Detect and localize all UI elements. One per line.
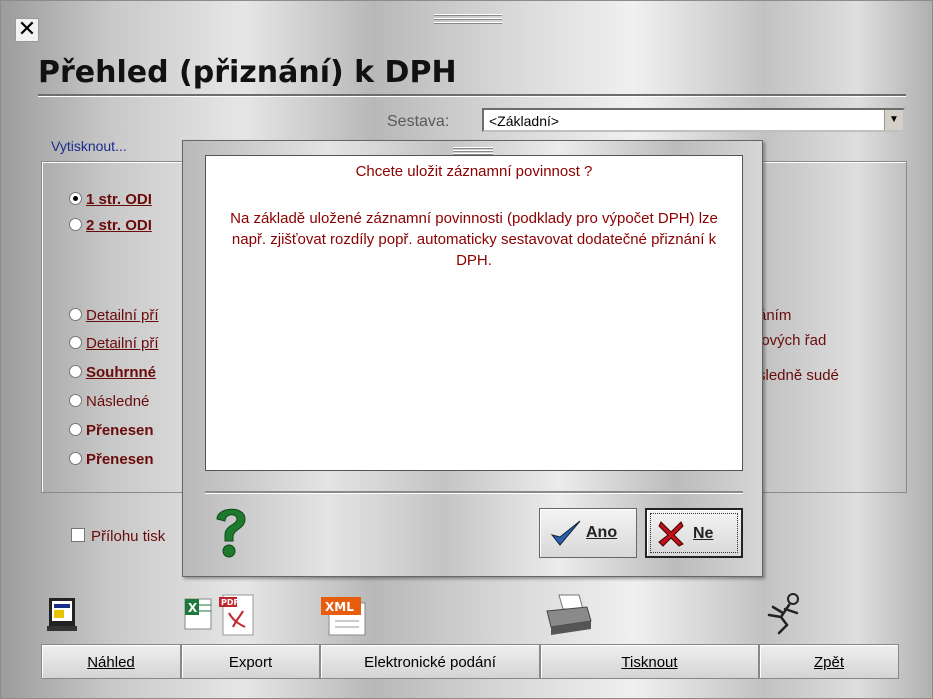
sestava-label: Sestava:: [387, 113, 450, 130]
option-prenesene-1[interactable]: Přenesen: [69, 422, 154, 439]
nahled-button[interactable]: Náhled: [41, 644, 181, 679]
svg-text:XML: XML: [325, 600, 354, 614]
yes-button[interactable]: Ano: [539, 508, 637, 558]
radio[interactable]: [69, 218, 82, 231]
radio[interactable]: [69, 336, 82, 349]
attachment-checkbox[interactable]: Přílohu tisk: [71, 528, 165, 545]
question-mark-icon: [216, 508, 246, 558]
elektronicke-podani-button[interactable]: Elektronické podání: [320, 644, 540, 679]
printer-icon[interactable]: [543, 591, 593, 637]
vytisknout-label: Vytisknout...: [51, 138, 127, 154]
sestava-select[interactable]: <Základní> ▼: [482, 108, 905, 132]
option-souhrnne[interactable]: Souhrnné: [69, 364, 156, 381]
svg-text:PDF: PDF: [221, 598, 239, 607]
main-window: ✕ Přehled (přiznání) k DPH Sestava: <Zák…: [0, 0, 933, 699]
dialog-description: Na základě uložené záznamní povinnosti (…: [230, 210, 718, 269]
page-title: Přehled (přiznání) k DPH: [38, 55, 457, 90]
drag-grip[interactable]: [434, 11, 502, 27]
option-text-fragment: sledně sudé: [758, 367, 839, 384]
svg-text:X: X: [188, 601, 198, 615]
radio[interactable]: [69, 423, 82, 436]
close-button[interactable]: ✕: [15, 18, 39, 42]
radio[interactable]: [69, 452, 82, 465]
x-icon: [658, 521, 684, 547]
dialog-question: Chcete uložit záznamní povinnost ?: [355, 163, 593, 180]
preview-icon[interactable]: [43, 595, 83, 635]
checkmark-icon: [550, 520, 581, 546]
radio-selected[interactable]: [69, 192, 82, 205]
option-detailni-1[interactable]: Detailní pří: [69, 307, 159, 324]
option-text-fragment: áním: [758, 307, 792, 324]
option-text-fragment: lových řad: [758, 332, 827, 349]
running-man-icon[interactable]: [761, 591, 807, 637]
option-2-str[interactable]: 2 str. ODI: [69, 217, 152, 234]
export-excel-pdf-icon[interactable]: X PDF: [183, 591, 263, 639]
radio[interactable]: [69, 394, 82, 407]
sestava-value: <Základní>: [489, 113, 560, 129]
no-button[interactable]: Ne: [645, 508, 743, 558]
radio[interactable]: [69, 365, 82, 378]
checkbox[interactable]: [71, 528, 85, 542]
option-1-str[interactable]: 1 str. ODI: [69, 191, 152, 208]
bottom-toolbar: Náhled Export Elektronické podání Tiskno…: [41, 644, 899, 681]
dialog-divider: [205, 491, 743, 493]
message-box: Chcete uložit záznamní povinnost ? Na zá…: [205, 155, 743, 471]
radio[interactable]: [69, 308, 82, 321]
title-divider: [38, 94, 906, 96]
export-button[interactable]: Export: [181, 644, 320, 679]
chevron-down-icon[interactable]: ▼: [884, 110, 903, 130]
zpet-button[interactable]: Zpět: [759, 644, 899, 679]
xml-icon[interactable]: XML: [319, 593, 371, 637]
option-prenesene-2[interactable]: Přenesen: [69, 451, 154, 468]
tisknout-button[interactable]: Tisknout: [540, 644, 759, 679]
save-confirmation-dialog: Chcete uložit záznamní povinnost ? Na zá…: [182, 140, 763, 577]
option-detailni-2[interactable]: Detailní pří: [69, 335, 159, 352]
option-nasledne[interactable]: Následné: [69, 393, 149, 410]
